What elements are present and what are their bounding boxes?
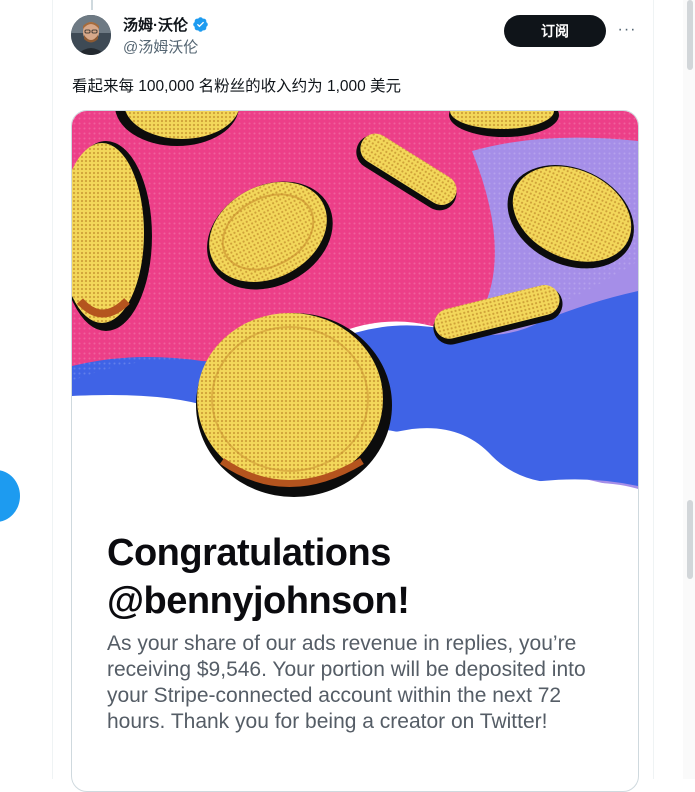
falling-coins-illustration [72,111,638,599]
more-options-icon[interactable]: ··· [616,20,638,40]
compose-floating-button[interactable] [0,470,20,522]
tweet-text: 看起来每 100,000 名粉丝的收入约为 1,000 美元 [72,78,402,95]
author-display-name[interactable]: 汤姆·沃伦 [123,14,188,35]
subscribe-button[interactable]: 订阅 [504,15,606,47]
timeline-right-border [653,0,654,779]
scrollbar-thumb-secondary[interactable] [687,500,693,579]
scrollbar-thumb[interactable] [687,0,693,70]
media-headline: Congratulations @bennyjohnson! [107,529,617,625]
media-body-text: As your share of our ads revenue in repl… [107,632,586,733]
author-name-row: 汤姆·沃伦 [123,14,209,35]
verified-badge-icon [193,17,208,32]
media-headline-line2: @bennyjohnson! [107,580,410,622]
author-handle[interactable]: @汤姆沃伦 [123,36,198,57]
media-headline-line1: Congratulations [107,532,391,574]
timeline-left-border [52,0,53,779]
tweet-media-image[interactable]: Congratulations @bennyjohnson! As your s… [71,110,639,792]
avatar[interactable] [71,15,111,55]
avatar-portrait-icon [71,15,111,55]
thread-connector-line [91,0,93,10]
scrollbar-track[interactable] [683,0,695,779]
